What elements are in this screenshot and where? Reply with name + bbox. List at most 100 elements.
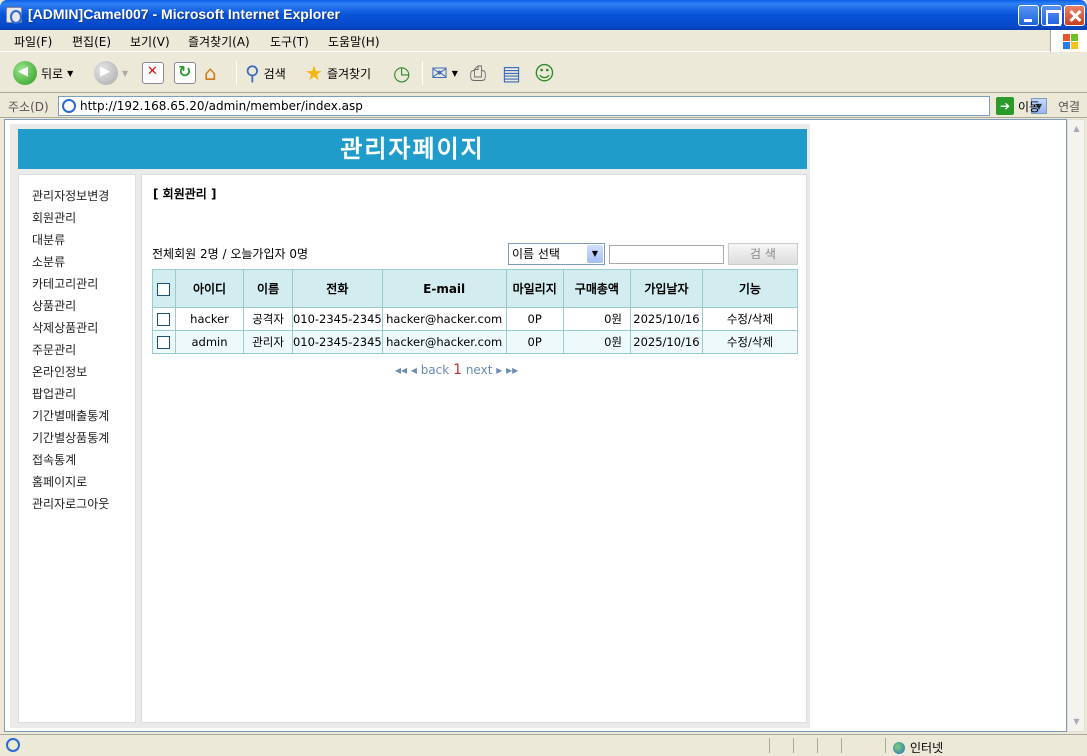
- window-title: [ADMIN]Camel007 - Microsoft Internet Exp…: [28, 6, 340, 22]
- address-label: 주소(D): [8, 100, 49, 114]
- search-label: 검색: [263, 66, 286, 81]
- cell-id: admin: [174, 330, 245, 354]
- pagination: ◂◂ ◂ back 1 next ▸ ▸▸: [395, 362, 518, 378]
- sidebar-item-deleted-products[interactable]: 삭제상품관리: [32, 319, 98, 336]
- first-page-link[interactable]: ◂◂: [395, 363, 407, 377]
- forward-arrow-icon: [94, 61, 118, 85]
- edit-delete-link[interactable]: 수정/삭제: [701, 307, 799, 331]
- next-page-link[interactable]: next ▸: [466, 363, 502, 377]
- page-status-icon: [6, 738, 20, 752]
- search-button[interactable]: ⚲ 검색: [245, 53, 286, 93]
- printer-icon: ⎙: [470, 61, 486, 85]
- row-checkbox[interactable]: [157, 313, 171, 326]
- sidebar-item-main-category[interactable]: 대분류: [32, 231, 65, 248]
- select-all-checkbox[interactable]: [157, 282, 171, 296]
- cell-email: hacker@hacker.com: [381, 307, 507, 331]
- forward-dropdown-icon[interactable]: ▼: [122, 69, 128, 78]
- sidebar-item-access-stats[interactable]: 접속통계: [32, 451, 76, 468]
- search-input[interactable]: [609, 245, 724, 264]
- back-page-link[interactable]: ◂ back: [411, 363, 449, 377]
- select-all-cell: [152, 269, 176, 308]
- status-divider: [817, 738, 818, 753]
- header-total-purchase: 구매총액: [562, 269, 631, 308]
- close-button[interactable]: [1064, 5, 1085, 26]
- status-bar: 인터넷: [0, 734, 1087, 756]
- sidebar-item-members[interactable]: 회원관리: [32, 209, 76, 226]
- last-page-link[interactable]: ▸▸: [506, 363, 518, 377]
- status-divider: [769, 738, 770, 753]
- cell-join-date: 2025/10/16: [629, 307, 703, 331]
- stop-button[interactable]: [142, 53, 164, 93]
- search-button[interactable]: 검 색: [728, 243, 798, 265]
- maximize-button[interactable]: [1041, 5, 1062, 26]
- back-label: 뒤로: [41, 66, 64, 81]
- stop-icon: [142, 62, 164, 84]
- header-name: 이름: [243, 269, 293, 308]
- toolbar-separator: [236, 61, 237, 85]
- home-icon: ⌂: [204, 61, 217, 85]
- back-button[interactable]: 뒤로 ▼: [13, 53, 73, 93]
- sidebar-item-logout[interactable]: 관리자로그아웃: [32, 495, 109, 512]
- cell-name: 관리자: [243, 330, 293, 354]
- minimize-button[interactable]: [1018, 5, 1039, 26]
- sidebar-item-sub-category[interactable]: 소분류: [32, 253, 65, 270]
- current-page[interactable]: 1: [453, 362, 462, 378]
- edit-icon: ▤: [502, 61, 521, 85]
- sidebar-item-admin-info[interactable]: 관리자정보변경: [32, 187, 109, 204]
- search-icon: ⚲: [245, 61, 260, 85]
- home-button[interactable]: ⌂: [204, 53, 217, 93]
- address-input[interactable]: http://192.168.65.20/admin/member/index.…: [58, 96, 1047, 116]
- row-checkbox[interactable]: [157, 336, 171, 349]
- browser-viewport: 관리자페이지 관리자정보변경 회원관리 대분류 소분류 카테고리관리 상품관리 …: [4, 119, 1067, 732]
- back-dropdown-icon[interactable]: ▼: [67, 69, 73, 78]
- back-arrow-icon: [13, 61, 37, 85]
- menu-view[interactable]: 보기(V): [130, 33, 170, 50]
- member-summary: 전체회원 2명 / 오늘가입자 0명: [152, 247, 309, 261]
- sidebar-item-product-stats[interactable]: 기간별상품통계: [32, 429, 109, 446]
- go-arrow-icon: ➔: [996, 97, 1014, 115]
- globe-icon: [893, 741, 905, 754]
- scroll-up-icon[interactable]: ▲: [1069, 121, 1084, 137]
- header-id: 아이디: [174, 269, 245, 308]
- links-label[interactable]: 연결: [1058, 98, 1080, 115]
- cell-total-purchase: 0원: [562, 307, 631, 331]
- member-table: 아이디 이름 전화 E-mail 마일리지 구매총액 가입날자 기능 hacke…: [152, 269, 799, 354]
- menu-tools[interactable]: 도구(T): [270, 33, 309, 50]
- table-row: hacker 공격자 010-2345-2345 hacker@hacker.c…: [152, 307, 799, 331]
- forward-button[interactable]: ▼: [94, 53, 128, 93]
- address-url[interactable]: http://192.168.65.20/admin/member/index.…: [80, 99, 363, 113]
- page-banner: 관리자페이지: [18, 129, 807, 169]
- menu-favorites[interactable]: 즐겨찾기(A): [188, 33, 250, 50]
- go-button[interactable]: ➔ 이동: [996, 96, 1040, 116]
- messenger-icon: ☺: [534, 61, 555, 85]
- menu-help[interactable]: 도움말(H): [328, 33, 380, 50]
- sidebar-item-category-manage[interactable]: 카테고리관리: [32, 275, 98, 292]
- zone-label: 인터넷: [910, 741, 944, 755]
- sidebar-item-products[interactable]: 상품관리: [32, 297, 76, 314]
- sidebar-item-popups[interactable]: 팝업관리: [32, 385, 76, 402]
- sidebar-item-sales-stats[interactable]: 기간별매출통계: [32, 407, 109, 424]
- table-header-row: 아이디 이름 전화 E-mail 마일리지 구매총액 가입날자 기능: [152, 269, 799, 308]
- mail-button[interactable]: ✉ ▼: [431, 53, 458, 93]
- scroll-down-icon[interactable]: ▼: [1069, 714, 1084, 730]
- refresh-icon: [174, 62, 196, 84]
- vertical-scrollbar[interactable]: ▲ ▼: [1067, 119, 1085, 732]
- edit-delete-link[interactable]: 수정/삭제: [701, 330, 799, 354]
- print-button[interactable]: ⎙: [470, 53, 486, 93]
- status-divider: [885, 738, 886, 753]
- admin-page: 관리자페이지 관리자정보변경 회원관리 대분류 소분류 카테고리관리 상품관리 …: [10, 124, 810, 728]
- refresh-button[interactable]: [174, 53, 196, 93]
- menu-file[interactable]: 파일(F): [14, 33, 52, 50]
- cell-email: hacker@hacker.com: [381, 330, 507, 354]
- sidebar-item-homepage[interactable]: 홈페이지로: [32, 473, 87, 490]
- sidebar-item-online-info[interactable]: 온라인정보: [32, 363, 87, 380]
- search-field-select[interactable]: 이름 선택 ▼: [508, 243, 605, 265]
- favorites-button[interactable]: ★ 즐겨찾기: [305, 53, 371, 93]
- mail-dropdown-icon[interactable]: ▼: [452, 69, 458, 78]
- menu-edit[interactable]: 편집(E): [72, 33, 111, 50]
- menu-bar: 파일(F) 편집(E) 보기(V) 즐겨찾기(A) 도구(T) 도움말(H): [0, 30, 1087, 52]
- sidebar-item-orders[interactable]: 주문관리: [32, 341, 76, 358]
- messenger-button[interactable]: ☺: [534, 53, 555, 93]
- history-button[interactable]: ◷: [393, 53, 410, 93]
- edit-button[interactable]: ▤: [502, 53, 521, 93]
